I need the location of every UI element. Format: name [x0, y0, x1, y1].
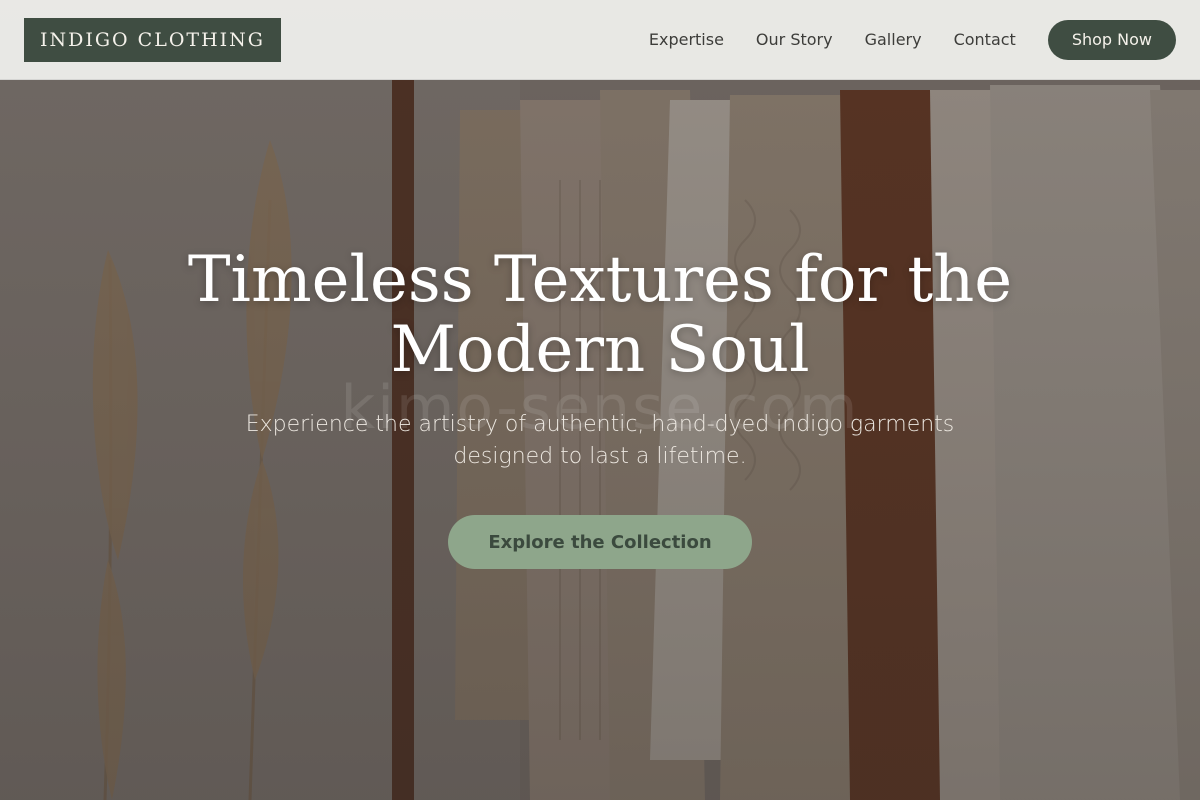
main-nav: Expertise Our Story Gallery Contact Shop… — [649, 19, 1176, 60]
shop-now-button[interactable]: Shop Now — [1047, 19, 1176, 60]
hero-subtitle: Experience the artistry of authentic, ha… — [245, 412, 955, 469]
site-header: INDIGO CLOTHING Expertise Our Story Gall… — [0, 0, 1200, 80]
hero-content: kimo-sense.com Timeless Textures for the… — [0, 245, 1200, 569]
brand-logo[interactable]: INDIGO CLOTHING — [24, 17, 281, 62]
nav-link-contact[interactable]: Contact — [954, 30, 1016, 49]
nav-link-gallery[interactable]: Gallery — [865, 30, 922, 49]
nav-link-expertise[interactable]: Expertise — [649, 30, 724, 49]
hero-title: Timeless Textures for the Modern Soul — [187, 243, 1013, 387]
nav-link-our-story[interactable]: Our Story — [756, 30, 833, 49]
explore-collection-button[interactable]: Explore the Collection — [448, 515, 752, 569]
hero-section: kimo-sense.com Timeless Textures for the… — [0, 0, 1200, 800]
